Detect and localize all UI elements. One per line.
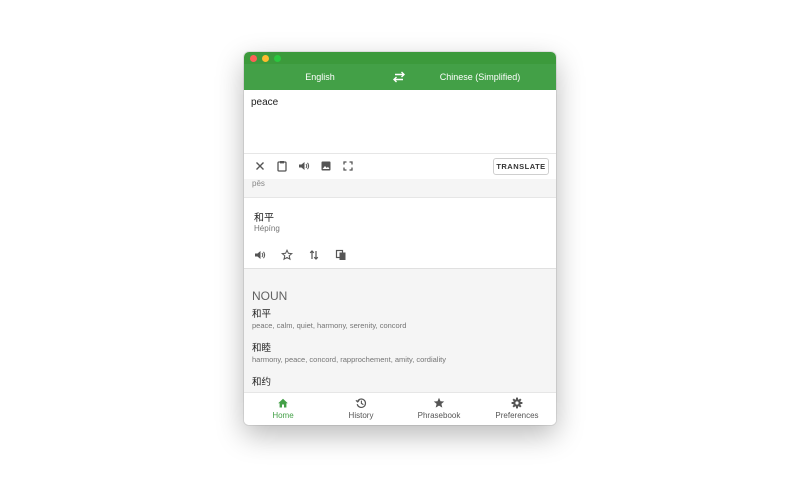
part-of-speech: NOUN: [252, 289, 288, 303]
translate-button[interactable]: TRANSLATE: [493, 158, 549, 175]
title-bar: [244, 52, 556, 64]
translation-text: 和平: [254, 213, 274, 224]
source-transliteration: pēs: [252, 179, 265, 188]
speaker-icon[interactable]: [254, 249, 266, 261]
star-icon: [433, 397, 445, 408]
nav-item-preferences[interactable]: Preferences: [478, 393, 556, 425]
dictionary-word: 和约: [252, 377, 272, 388]
translation-card: 和平 Hépíng: [244, 197, 556, 269]
results-panel[interactable]: pēs 和平 Hépíng NOUN 和平 peace, calm, quiet…: [244, 179, 556, 392]
close-icon[interactable]: [254, 160, 266, 172]
swap-arrows-icon[interactable]: [392, 71, 406, 83]
nav-label: Phrasebook: [417, 411, 461, 420]
nav-label: Preferences: [495, 411, 539, 420]
star-icon[interactable]: [281, 249, 293, 261]
home-icon: [278, 398, 288, 408]
window-minimize-button[interactable]: [262, 55, 269, 62]
bottom-navigation: Home History Phrasebook Preferences: [244, 392, 556, 425]
clipboard-icon[interactable]: [276, 160, 288, 172]
image-icon[interactable]: [320, 160, 332, 172]
source-language-selector[interactable]: English: [280, 64, 360, 90]
dictionary-word: 和睦: [252, 343, 272, 354]
nav-item-phrasebook[interactable]: Phrasebook: [400, 393, 478, 425]
gear-icon: [511, 397, 523, 409]
target-language-selector[interactable]: Chinese (Simplified): [422, 64, 538, 90]
dictionary-synonyms: peace, calm, quiet, harmony, serenity, c…: [252, 321, 407, 330]
nav-item-home[interactable]: Home: [244, 393, 322, 425]
dictionary-word: 和平: [252, 309, 272, 320]
history-icon: [355, 398, 367, 408]
copy-icon[interactable]: [335, 249, 347, 261]
translation-romanization: Hépíng: [254, 224, 280, 233]
app-window: English Chinese (Simplified) peace TRANS…: [244, 52, 556, 425]
swap-vertical-icon[interactable]: [308, 249, 320, 261]
nav-item-history[interactable]: History: [322, 393, 400, 425]
window-maximize-button[interactable]: [274, 55, 281, 62]
language-bar: English Chinese (Simplified): [244, 64, 556, 90]
nav-label: History: [348, 411, 374, 420]
input-toolbar: TRANSLATE: [244, 153, 556, 181]
nav-label: Home: [272, 411, 294, 420]
dictionary-synonyms: harmony, peace, concord, rapprochement, …: [252, 355, 446, 364]
fullscreen-icon[interactable]: [342, 160, 354, 172]
speaker-icon[interactable]: [298, 160, 310, 172]
window-close-button[interactable]: [250, 55, 257, 62]
